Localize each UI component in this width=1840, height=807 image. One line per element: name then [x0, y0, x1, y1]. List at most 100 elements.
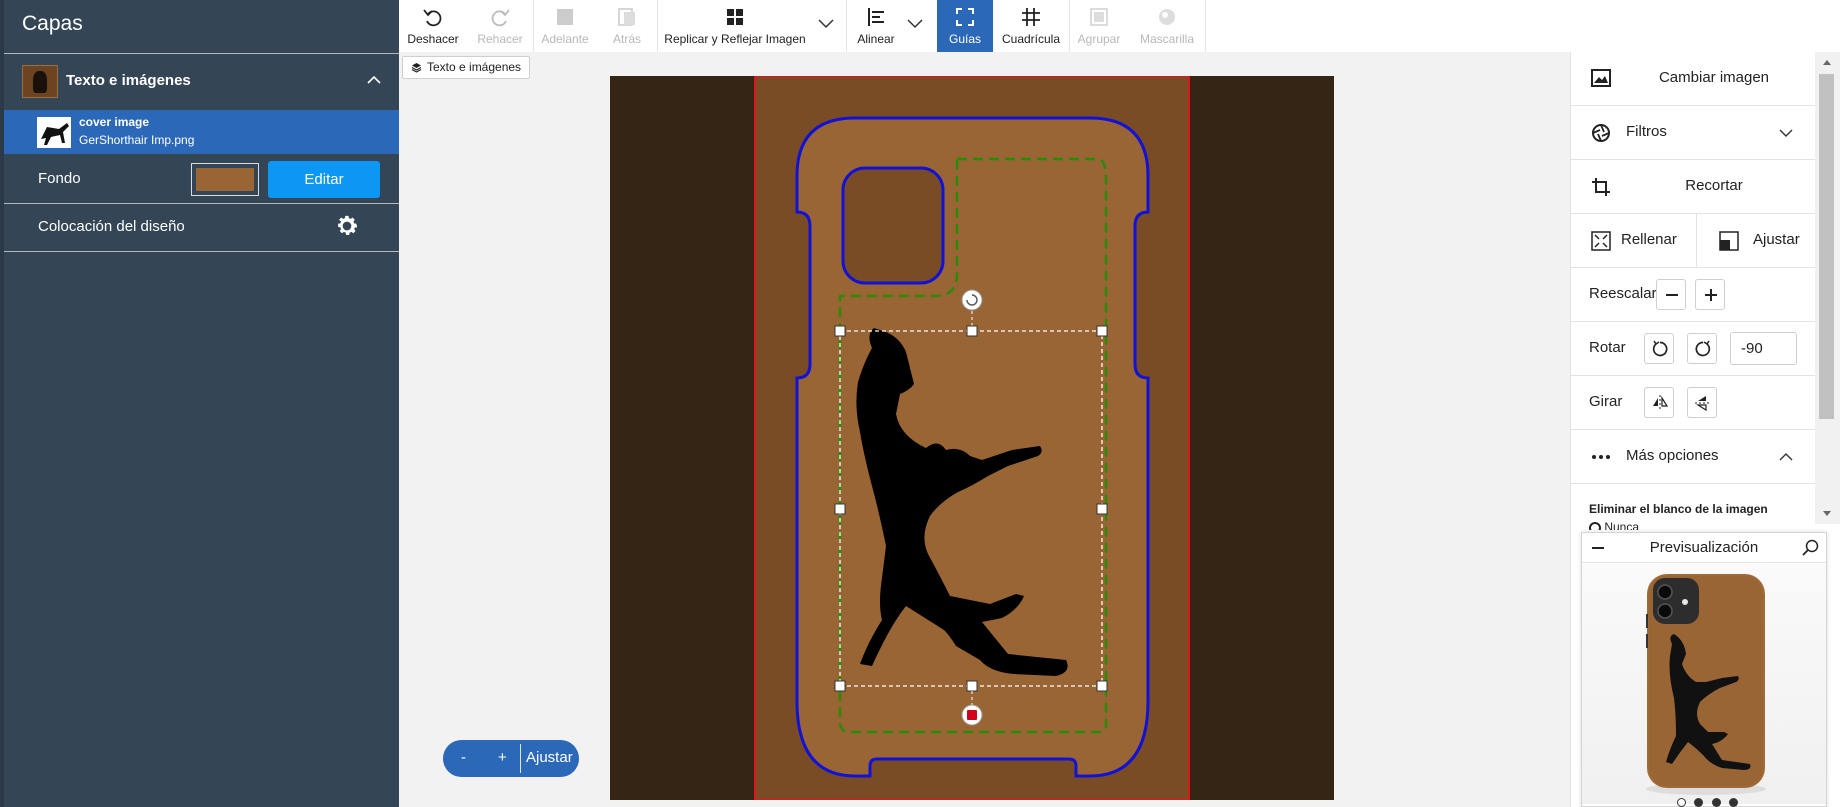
flip-horizontal-button[interactable] — [1644, 387, 1674, 418]
grid-button[interactable]: Cuadrícula — [993, 0, 1069, 52]
layers-panel: Capas Texto e imágenes cover image GerSh… — [0, 0, 399, 807]
fit-icon — [1719, 231, 1739, 251]
rescale-label: Reescalar — [1589, 285, 1657, 302]
crop-button[interactable]: Recortar — [1571, 160, 1817, 214]
change-image-button[interactable]: Cambiar imagen — [1571, 52, 1817, 106]
guides-button[interactable]: Guías — [937, 0, 993, 52]
redo-button[interactable]: Rehacer — [467, 0, 533, 52]
send-backward-button[interactable]: Atrás — [597, 0, 657, 52]
undo-button[interactable]: Deshacer — [399, 0, 467, 52]
resize-handle[interactable] — [834, 503, 846, 515]
zoom-in-button[interactable]: + — [498, 749, 507, 766]
grid-label: Cuadrícula — [1001, 32, 1061, 46]
fill-fit-row: Rellenar Ajustar — [1571, 214, 1817, 268]
resize-handle[interactable] — [1096, 503, 1108, 515]
divider — [1205, 0, 1206, 52]
divider — [4, 203, 399, 204]
guides-label: Guías — [948, 32, 981, 46]
mask-label: Mascarilla — [1139, 32, 1194, 46]
current-layer-label: Texto e imágenes — [427, 60, 522, 74]
redo-label: Rehacer — [477, 32, 523, 46]
zoom-fit-button[interactable]: Ajustar — [526, 749, 573, 766]
pagination-dot[interactable] — [1729, 798, 1738, 807]
pagination-dot[interactable] — [1712, 798, 1721, 807]
edit-background-button[interactable]: Editar — [268, 161, 380, 198]
bring-forward-icon — [557, 9, 573, 25]
pagination-dot[interactable] — [1677, 798, 1686, 807]
scrollbar-thumb[interactable] — [1819, 74, 1834, 419]
group-button[interactable]: Agrupar — [1069, 0, 1129, 52]
resize-handle[interactable] — [834, 325, 846, 337]
chevron-down-icon[interactable] — [906, 14, 924, 32]
preview-panel: Previsualización — [1581, 532, 1827, 807]
remove-white-option[interactable]: Nunca — [1589, 520, 1639, 530]
fill-button[interactable]: Rellenar — [1571, 214, 1697, 267]
scroll-up-icon[interactable] — [1822, 58, 1832, 66]
scrollbar[interactable] — [1815, 52, 1840, 524]
mask-button[interactable]: Mascarilla — [1129, 0, 1205, 52]
fit-button[interactable]: Ajustar — [1697, 214, 1817, 267]
resize-handle[interactable] — [966, 325, 978, 337]
layers-icon — [411, 63, 422, 73]
preview-pagination — [1677, 798, 1738, 807]
rotate-handle-icon[interactable] — [961, 289, 983, 311]
layer-item-cover-image[interactable]: cover image GerShorthair Imp.png — [4, 110, 399, 154]
crop-label: Recortar — [1685, 177, 1743, 194]
hash-grid-icon — [1022, 8, 1040, 26]
undo-icon — [423, 9, 442, 27]
align-button[interactable]: Alinear — [846, 0, 906, 52]
canvas-area: Texto e imágenes - + Ajustar — [399, 52, 1570, 807]
resize-handle[interactable] — [1096, 325, 1108, 337]
align-label: Alinear — [857, 32, 895, 46]
scale-down-button[interactable] — [1656, 279, 1686, 310]
layer-item-filename: GerShorthair Imp.png — [79, 133, 195, 147]
background-color-swatch[interactable] — [191, 163, 259, 196]
crop-icon — [1592, 178, 1610, 196]
zoom-control: - + Ajustar — [443, 740, 579, 777]
rotate-left-icon — [1652, 340, 1668, 357]
rotate-left-button[interactable] — [1644, 333, 1674, 364]
flip-vertical-button[interactable] — [1687, 387, 1717, 418]
zoom-out-button[interactable]: - — [461, 749, 466, 766]
layer-group-text-images[interactable]: Texto e imágenes — [4, 54, 399, 108]
chevron-up-icon — [1779, 453, 1793, 461]
layer-item-name: cover image — [79, 115, 150, 129]
delete-handle-icon[interactable] — [961, 704, 983, 726]
chevron-down-icon — [1779, 129, 1793, 137]
zoom-search-icon[interactable] — [1802, 539, 1820, 557]
replicate-mirror-button[interactable]: Replicar y Reflejar Imagen — [657, 0, 813, 52]
change-image-label: Cambiar imagen — [1658, 69, 1770, 86]
resize-handle[interactable] — [834, 680, 846, 692]
preview-title: Previsualización — [1649, 539, 1759, 556]
flip-vertical-icon — [1695, 396, 1711, 412]
scroll-down-icon[interactable] — [1822, 510, 1832, 518]
rotate-right-button[interactable] — [1687, 333, 1717, 364]
resize-handle[interactable] — [1096, 680, 1108, 692]
camera-cutout — [841, 166, 945, 285]
rotation-input[interactable]: -90 — [1730, 332, 1797, 365]
undo-label: Deshacer — [407, 32, 459, 46]
bring-forward-label: Adelante — [541, 32, 589, 46]
chevron-down-icon[interactable] — [817, 14, 835, 32]
image-icon — [1591, 69, 1611, 87]
bring-forward-button[interactable]: Adelante — [533, 0, 597, 52]
current-layer-tag[interactable]: Texto e imágenes — [402, 56, 531, 79]
layers-title: Capas — [22, 12, 83, 35]
more-options-row[interactable]: Más opciones — [1571, 430, 1817, 484]
mask-icon — [1159, 9, 1175, 25]
design-placement-label: Colocación del diseño — [38, 218, 185, 235]
replicate-mirror-label: Replicar y Reflejar Imagen — [664, 32, 806, 46]
filters-label: Filtros — [1626, 123, 1667, 140]
scale-up-button[interactable] — [1695, 279, 1725, 310]
fit-label: Ajustar — [1753, 231, 1800, 248]
filters-row[interactable]: Filtros — [1571, 106, 1817, 160]
gear-icon[interactable] — [334, 213, 360, 239]
design-canvas[interactable] — [610, 76, 1334, 800]
aperture-icon — [1592, 124, 1610, 142]
layer-group-thumbnail — [22, 65, 58, 98]
pagination-dot[interactable] — [1694, 798, 1703, 807]
minus-icon — [1666, 294, 1678, 296]
send-backward-label: Atrás — [612, 32, 641, 46]
resize-handle[interactable] — [966, 680, 978, 692]
chevron-up-icon[interactable] — [366, 72, 382, 88]
